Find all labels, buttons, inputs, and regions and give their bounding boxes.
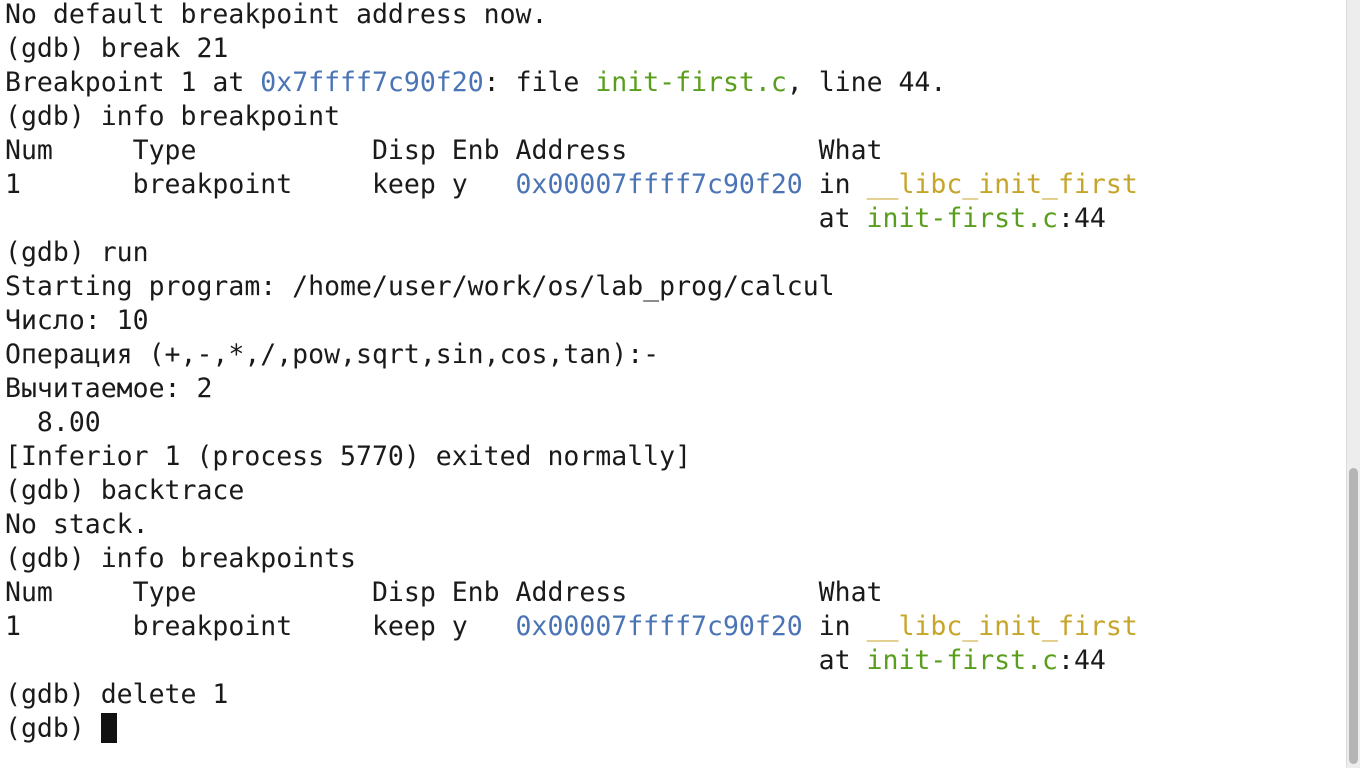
bp-suffix: , line 44. [786,67,947,98]
output-line: Starting program: /home/user/work/os/lab… [5,271,835,302]
table-row-location: at init-first.c:44 [5,644,1106,678]
row-address: 0x00007ffff7c90f20 [515,611,803,642]
row-function: __libc_init_first [866,169,1138,200]
command-line: (gdb) info breakpoint [5,101,341,132]
table-row: 1 breakpoint keep y 0x00007ffff7c90f20 i… [5,168,1138,202]
at-file: init-first.c [866,203,1058,234]
at-suffix: :44 [1058,645,1106,676]
row-prefix: 1 breakpoint keep y [5,169,516,200]
vertical-scrollbar[interactable] [1346,0,1360,768]
scrollbar-thumb[interactable] [1349,468,1358,764]
command-line: (gdb) run [5,237,149,268]
bp-file: init-first.c [595,67,787,98]
command-line: (gdb) info breakpoints [5,543,356,574]
gdb-prompt: (gdb) [5,713,101,744]
bp-prefix: Breakpoint 1 at [5,67,261,98]
command-line: (gdb) break 21 [5,33,229,64]
row-mid: in [802,611,867,642]
table-header: Num Type Disp Enb Address What [5,135,883,166]
command-line: (gdb) delete 1 [5,679,229,710]
bp-address: 0x7ffff7c90f20 [260,67,484,98]
terminal-output[interactable]: No default breakpoint address now. (gdb)… [0,0,1346,768]
breakpoint-set-line: Breakpoint 1 at 0x7ffff7c90f20: file ini… [5,66,946,100]
at-file: init-first.c [866,645,1058,676]
output-line: No default breakpoint address now. [5,0,548,30]
row-function: __libc_init_first [866,611,1138,642]
at-suffix: :44 [1058,203,1106,234]
prompt-line[interactable]: (gdb) [5,712,117,746]
output-line: No stack. [5,509,149,540]
command-line: (gdb) backtrace [5,475,245,506]
row-mid: in [802,169,867,200]
output-line: Вычитаемое: 2 [5,373,213,404]
bp-mid: : file [483,67,596,98]
table-header: Num Type Disp Enb Address What [5,577,883,608]
table-row: 1 breakpoint keep y 0x00007ffff7c90f20 i… [5,610,1138,644]
output-line: Операция (+,-,*,/,pow,sqrt,sin,cos,tan):… [5,339,660,370]
block-cursor-icon [100,712,117,743]
output-line: [Inferior 1 (process 5770) exited normal… [5,441,692,472]
at-prefix: at [5,203,867,234]
at-prefix: at [5,645,867,676]
table-row-location: at init-first.c:44 [5,202,1106,236]
output-line: 8.00 [5,407,101,438]
output-line: Число: 10 [5,305,149,336]
row-address: 0x00007ffff7c90f20 [515,169,803,200]
row-prefix: 1 breakpoint keep y [5,611,516,642]
